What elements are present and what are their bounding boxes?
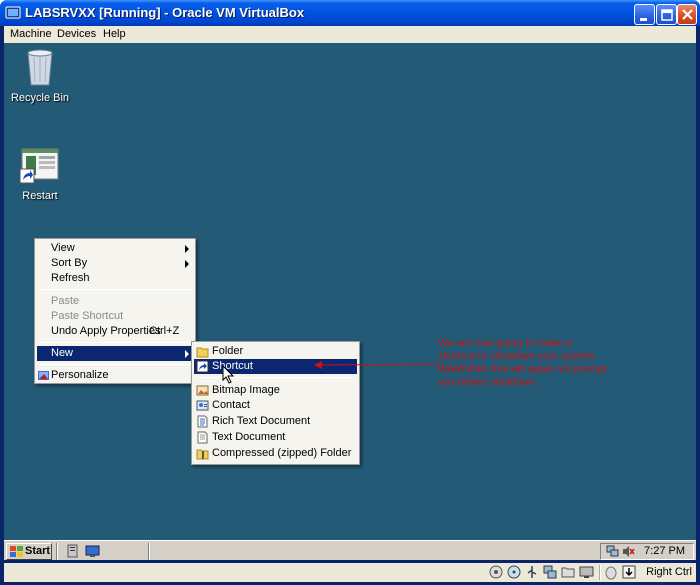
menu-item-paste[interactable]: Paste (37, 294, 193, 309)
folder-icon (196, 347, 209, 358)
menu-help[interactable]: Help (103, 28, 126, 40)
menu-separator (196, 377, 355, 378)
show-desktop-icon[interactable] (85, 544, 100, 558)
menu-item-refresh[interactable]: Refresh (37, 271, 193, 286)
desktop-icon-label: Restart (22, 190, 58, 202)
menu-item-label: Text Document (212, 431, 286, 443)
maximize-icon (661, 9, 673, 21)
submenu-arrow-icon (185, 350, 189, 358)
taskbar-divider (148, 543, 150, 560)
submenu-arrow-icon (185, 245, 189, 253)
menu-separator (39, 364, 191, 365)
menu-item-sort-by[interactable]: Sort By (37, 256, 193, 271)
annotation-text: We are now going to make a shortcut to s… (438, 337, 607, 388)
close-button[interactable] (677, 4, 697, 25)
menu-item-label: Rich Text Document (212, 415, 311, 427)
taskbar: Start 7:27 PM (4, 540, 696, 560)
hard-disk-icon[interactable] (489, 565, 504, 580)
display-icon[interactable] (579, 565, 594, 580)
notification-area: 7:27 PM (600, 543, 694, 560)
menu-item-label: Folder (212, 345, 244, 357)
network-icon[interactable] (606, 545, 620, 558)
menu-item-label: Paste Shortcut (51, 310, 124, 322)
title-bar[interactable]: LABSRVXX [Running] - Oracle VM VirtualBo… (0, 0, 700, 26)
guest-desktop[interactable]: Recycle Bin Restart View Sort By Refresh… (4, 43, 696, 560)
desktop-icon-recycle-bin[interactable]: Recycle Bin (4, 47, 76, 104)
desktop-icon-restart[interactable]: Restart (4, 147, 76, 202)
menu-item-paste-shortcut[interactable]: Paste Shortcut (37, 309, 193, 324)
menu-item-personalize[interactable]: Personalize (37, 368, 193, 383)
mouse-cursor-icon (222, 365, 235, 384)
menu-item-shortcut: Ctrl+Z (149, 325, 180, 337)
submenu-item-text-document[interactable]: Text Document (194, 430, 357, 445)
network-adapter-icon[interactable] (543, 565, 558, 580)
contact-icon (196, 400, 209, 411)
menu-item-label: Compressed (zipped) Folder (212, 447, 352, 459)
menu-item-label: Paste (51, 295, 80, 307)
mouse-integration-icon[interactable] (604, 565, 619, 580)
menu-devices[interactable]: Devices (57, 28, 96, 40)
start-button[interactable]: Start (6, 543, 52, 560)
personalize-icon (38, 371, 49, 380)
submenu-item-rich-text-document[interactable]: Rich Text Document (194, 414, 357, 429)
submenu-item-bitmap-image[interactable]: Bitmap Image (194, 383, 357, 398)
menu-item-label: Undo Apply Properties (51, 325, 161, 337)
system-clock[interactable]: 7:27 PM (644, 545, 685, 557)
menu-item-new[interactable]: New (37, 346, 193, 361)
virtualbox-window: LABSRVXX [Running] - Oracle VM VirtualBo… (0, 0, 700, 585)
submenu-item-contact[interactable]: Contact (194, 398, 357, 413)
windows-logo-icon (10, 546, 23, 557)
server-manager-icon[interactable] (66, 544, 80, 558)
usb-icon[interactable] (525, 565, 540, 580)
annotation-arrow-icon (314, 361, 443, 369)
minimize-icon (640, 18, 647, 21)
shared-folders-icon[interactable] (561, 565, 576, 580)
shortcut-icon (196, 360, 209, 373)
document-icon (197, 431, 208, 444)
menu-separator (39, 342, 191, 343)
menu-bar: Machine Devices Help (4, 26, 696, 43)
volume-muted-icon[interactable] (622, 545, 636, 558)
desktop-icon-label: Recycle Bin (10, 92, 70, 104)
virtualbox-status-bar: Right Ctrl (4, 563, 696, 582)
maximize-button[interactable] (656, 4, 677, 25)
menu-item-label: Contact (212, 399, 250, 411)
submenu-item-compressed-folder[interactable]: Compressed (zipped) Folder (194, 446, 357, 461)
optical-drive-icon[interactable] (507, 565, 522, 580)
zip-folder-icon (196, 449, 209, 460)
minimize-button[interactable] (634, 4, 655, 25)
desktop-context-menu: View Sort By Refresh Paste Paste Shortcu… (34, 238, 196, 384)
menu-item-label: Sort By (51, 257, 88, 269)
start-label: Start (25, 545, 51, 557)
statusbar-divider (599, 565, 601, 580)
menu-item-label: New (51, 347, 74, 359)
menu-separator (39, 289, 191, 290)
menu-item-label: Bitmap Image (212, 384, 280, 396)
recycle-bin-icon (27, 49, 53, 86)
menu-item-view[interactable]: View (37, 241, 193, 256)
host-key-icon[interactable] (622, 565, 637, 580)
menu-machine[interactable]: Machine (10, 28, 52, 40)
submenu-arrow-icon (185, 260, 189, 268)
document-icon (197, 415, 208, 428)
menu-item-label: Refresh (51, 272, 90, 284)
shortcut-icon (19, 148, 59, 184)
host-key-label: Right Ctrl (646, 566, 692, 578)
menu-item-label: View (51, 242, 75, 254)
menu-item-label: Personalize (51, 369, 109, 381)
taskbar-divider (56, 543, 58, 560)
bitmap-icon (196, 385, 209, 396)
virtualbox-icon (5, 6, 21, 19)
close-icon (682, 9, 693, 20)
window-title: LABSRVXX [Running] - Oracle VM VirtualBo… (25, 5, 305, 20)
submenu-item-folder[interactable]: Folder (194, 344, 357, 359)
menu-item-undo-apply-properties[interactable]: Undo Apply Properties Ctrl+Z (37, 324, 193, 339)
